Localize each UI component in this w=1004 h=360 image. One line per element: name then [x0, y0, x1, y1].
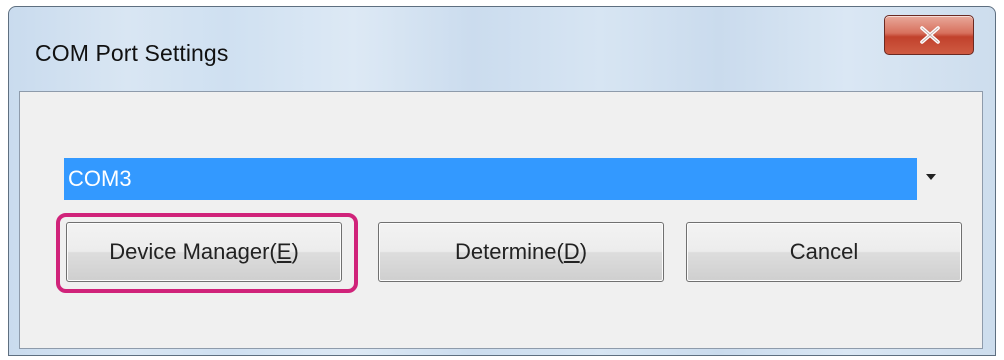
close-button[interactable]: [884, 15, 974, 55]
determine-mnemonic: D: [563, 239, 580, 264]
close-x-icon: [920, 26, 940, 44]
determine-button[interactable]: Determine(D): [378, 222, 664, 282]
dialog-client-area: COM3 Device Manager(E) Determine(D) Canc…: [19, 91, 983, 349]
determine-label: Determine(: [454, 239, 564, 264]
com-port-select[interactable]: COM3: [64, 158, 957, 200]
dropdown-arrow-icon[interactable]: [926, 174, 936, 180]
cancel-label: Cancel: [789, 239, 859, 264]
title-bar[interactable]: COM Port Settings: [9, 7, 995, 85]
com-port-selected-value[interactable]: COM3: [64, 158, 917, 200]
determine-label-end: ): [579, 239, 588, 264]
dialog-title: COM Port Settings: [35, 40, 229, 66]
highlight-box: [56, 213, 358, 293]
cancel-button[interactable]: Cancel: [686, 222, 962, 282]
com-port-settings-dialog: COM Port Settings COM3 Device Manager(E)…: [8, 6, 996, 356]
